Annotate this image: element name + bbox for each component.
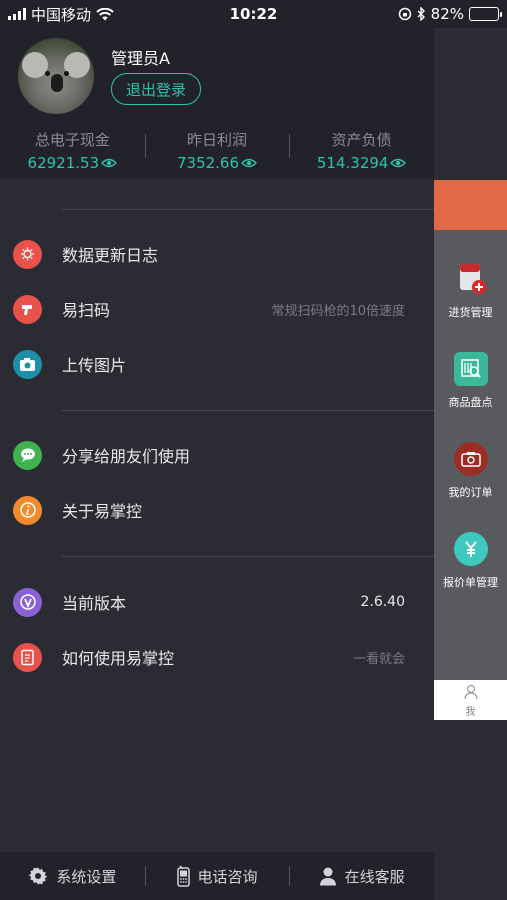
peek-item-purchase[interactable]: 进货管理 <box>434 262 507 320</box>
phone-icon <box>176 865 190 887</box>
divider <box>62 209 434 210</box>
stat-value: 7352.66 <box>176 154 240 172</box>
peek-item-label: 商品盘点 <box>448 396 493 409</box>
bottom-bar-label: 电话咨询 <box>197 867 258 886</box>
phone-consult-button[interactable]: 电话咨询 <box>144 852 290 900</box>
username: 管理员A <box>111 49 170 68</box>
purchase-icon <box>454 262 488 296</box>
divider <box>62 410 434 411</box>
avatar-eye-left <box>45 71 50 76</box>
menu-label: 当前版本 <box>62 594 127 613</box>
menu-hint: 常规扫码枪的10倍速度 <box>271 303 405 319</box>
stat-label: 总电子现金 <box>34 131 110 149</box>
menu-label: 易扫码 <box>62 301 111 320</box>
eye-icon[interactable] <box>241 158 258 168</box>
stat-label: 资产负债 <box>331 131 392 149</box>
stat-value-wrap: 7352.66 <box>176 152 258 174</box>
menu-hint: 一看就会 <box>352 651 405 667</box>
status-left: 中国移动 <box>8 4 114 25</box>
stat-value-wrap: 62921.53 <box>28 152 118 174</box>
menu-item-version[interactable]: 当前版本 2.6.40 <box>0 574 434 630</box>
carrier-name: 中国移动 <box>31 5 92 24</box>
menu-label: 如何使用易掌控 <box>62 649 175 668</box>
bottom-bar: 系统设置 电话咨询 在线客服 <box>0 852 434 900</box>
peek-item-label: 我的订单 <box>448 486 493 499</box>
profile-header: 管理员A 退出登录 总电子现金 62921.53 昨日利润 7352.66 资产… <box>0 28 434 178</box>
logout-button[interactable]: 退出登录 <box>111 73 201 105</box>
signal-icon <box>8 8 26 20</box>
menu-label: 关于易掌控 <box>62 502 143 521</box>
system-settings-button[interactable]: 系统设置 <box>0 852 145 900</box>
bottom-bar-label: 在线客服 <box>344 867 405 886</box>
bottom-bar-label: 系统设置 <box>56 867 117 886</box>
tab-me-label: 我 <box>465 707 476 718</box>
peek-item-label: 进货管理 <box>448 306 493 319</box>
peek-orange-banner <box>434 180 507 230</box>
stat-value-wrap: 514.3294 <box>317 152 407 174</box>
stat-value: 514.3294 <box>316 154 389 172</box>
version-icon <box>13 587 42 617</box>
version-number: 2.6.40 <box>360 594 405 610</box>
stat-value: 62921.53 <box>27 154 100 172</box>
stat-liabilities[interactable]: 资产负债 514.3294 <box>289 128 434 178</box>
status-right: 82% <box>398 5 502 23</box>
peek-footer <box>434 720 507 900</box>
stat-yesterday-profit[interactable]: 昨日利润 7352.66 <box>144 128 290 178</box>
menu-item-upload-image[interactable]: 上传图片 <box>0 336 434 392</box>
battery-percent: 82% <box>430 5 464 23</box>
divider <box>62 556 434 557</box>
inventory-icon <box>453 352 488 386</box>
eye-icon[interactable] <box>390 158 407 168</box>
menu-item-about[interactable]: 关于易掌控 <box>0 482 434 538</box>
camera-icon <box>13 349 42 379</box>
menu-item-scan[interactable]: 易扫码 常规扫码枪的10倍速度 <box>0 281 434 337</box>
rotation-lock-icon <box>398 7 411 21</box>
peek-header <box>434 28 507 180</box>
battery-icon <box>469 7 502 21</box>
stats-row: 总电子现金 62921.53 昨日利润 7352.66 资产负债 514.329… <box>0 128 434 178</box>
avatar[interactable] <box>18 38 94 114</box>
menu-item-how-to-use[interactable]: 如何使用易掌控 一看就会 <box>0 629 434 685</box>
peek-item-label: 报价单管理 <box>443 576 498 589</box>
menu-label: 分享给朋友们使用 <box>62 447 191 466</box>
status-bar: 中国移动 10:22 82% <box>0 0 507 28</box>
menu-label: 数据更新日志 <box>62 246 159 265</box>
order-icon <box>453 442 488 476</box>
peek-panel: 进货管理 商品盘点 我的订单 报价单管理 <box>434 230 507 680</box>
info-icon <box>13 495 42 525</box>
bluetooth-icon <box>417 7 425 21</box>
wifi-icon <box>96 7 114 20</box>
avatar-eye-right <box>64 71 69 76</box>
menu-item-share[interactable]: 分享给朋友们使用 <box>0 427 434 483</box>
document-icon <box>13 642 42 672</box>
underlying-screen-peek[interactable]: 进货管理 商品盘点 我的订单 报价单管理 我 <box>434 28 507 900</box>
peek-item-orders[interactable]: 我的订单 <box>434 442 507 500</box>
stat-label: 昨日利润 <box>187 131 248 149</box>
eye-icon[interactable] <box>101 158 118 168</box>
user-outline-icon <box>463 684 478 700</box>
peek-item-quotes[interactable]: 报价单管理 <box>434 532 507 590</box>
scanner-icon <box>13 294 42 324</box>
tab-me[interactable]: 我 <box>434 680 507 720</box>
avatar-nose <box>51 74 63 92</box>
bulb-icon <box>13 239 42 269</box>
stat-total-cash[interactable]: 总电子现金 62921.53 <box>0 128 145 178</box>
online-service-button[interactable]: 在线客服 <box>289 852 434 900</box>
quote-icon <box>453 532 488 566</box>
peek-item-inventory[interactable]: 商品盘点 <box>434 352 507 410</box>
menu-item-update-log[interactable]: 数据更新日志 <box>0 226 434 282</box>
chat-icon <box>13 440 42 470</box>
gear-icon <box>29 867 48 885</box>
person-icon <box>319 867 336 885</box>
menu-label: 上传图片 <box>62 356 127 375</box>
side-drawer: 管理员A 退出登录 总电子现金 62921.53 昨日利润 7352.66 资产… <box>0 28 434 900</box>
